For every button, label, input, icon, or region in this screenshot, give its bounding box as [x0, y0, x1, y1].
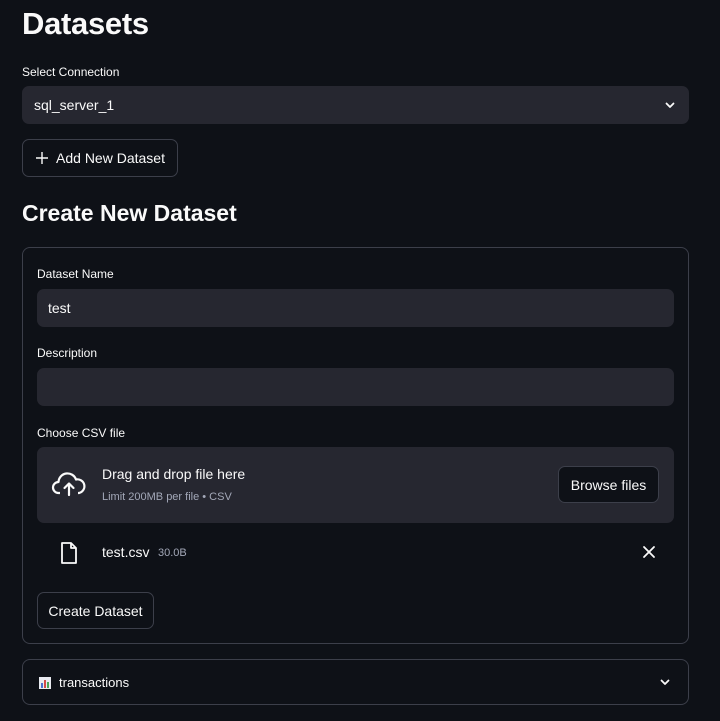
- bar-chart-icon: [39, 676, 51, 689]
- close-icon[interactable]: [642, 545, 656, 559]
- plus-icon: [35, 151, 49, 165]
- file-dropzone[interactable]: Drag and drop file here Limit 200MB per …: [37, 447, 674, 523]
- connection-label: Select Connection: [22, 65, 120, 79]
- create-dataset-button[interactable]: Create Dataset: [37, 592, 154, 629]
- section-title: Create New Dataset: [22, 200, 237, 226]
- csv-file-label: Choose CSV file: [37, 426, 126, 440]
- chevron-down-icon: [663, 98, 677, 112]
- connection-select-value: sql_server_1: [34, 97, 115, 113]
- dataset-name-label: Dataset Name: [37, 267, 114, 281]
- page-title: Datasets: [22, 6, 149, 41]
- description-label: Description: [37, 346, 98, 360]
- file-icon: [59, 541, 79, 565]
- add-new-dataset-button[interactable]: Add New Dataset: [22, 139, 178, 177]
- browse-files-button[interactable]: Browse files: [558, 466, 659, 503]
- expander-label: transactions: [59, 674, 130, 690]
- dropzone-subtitle: Limit 200MB per file • CSV: [102, 491, 232, 503]
- dropzone-title: Drag and drop file here: [102, 466, 246, 482]
- connection-select[interactable]: sql_server_1: [22, 86, 689, 124]
- cloud-upload-icon: [51, 469, 87, 501]
- dataset-name-input[interactable]: [37, 289, 674, 327]
- uploaded-file-name: test.csv: [102, 544, 150, 560]
- uploaded-file-size: 30.0B: [158, 547, 187, 559]
- chevron-down-icon: [658, 675, 672, 689]
- description-input[interactable]: [37, 368, 674, 406]
- transactions-expander[interactable]: transactions: [22, 659, 689, 705]
- add-new-dataset-label: Add New Dataset: [56, 150, 165, 166]
- uploaded-file-row: test.csv 30.0B: [37, 535, 674, 571]
